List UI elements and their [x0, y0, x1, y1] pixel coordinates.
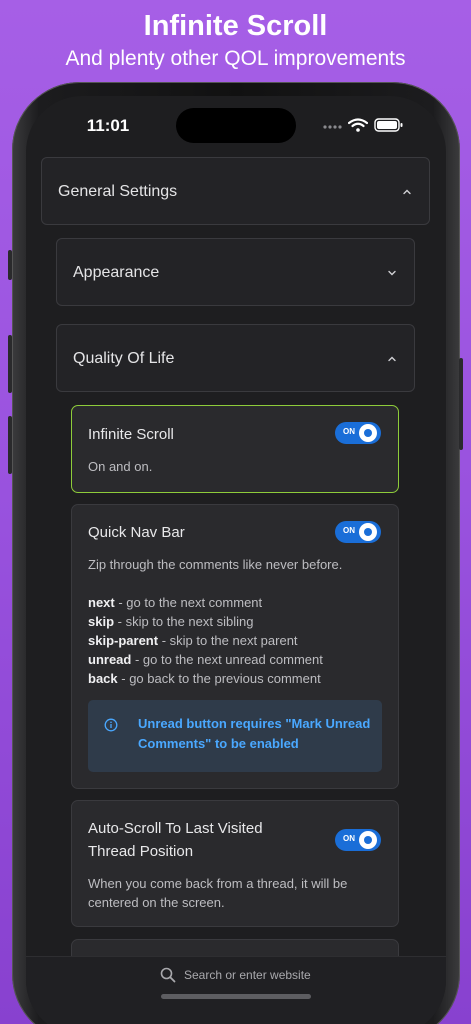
info-alert: Unread button requires "Mark Unread Comm…	[88, 700, 382, 772]
search-icon	[160, 967, 176, 983]
command-text: - skip to the next sibling	[114, 614, 254, 629]
phone-screen: 11:01 General Settings Appearance Qualit…	[26, 96, 446, 1024]
toggle-knob	[359, 831, 377, 849]
toggle-state-label: ON	[343, 834, 355, 843]
command-text: - skip to the next parent	[158, 633, 298, 648]
phone-power-button	[459, 358, 463, 450]
command-name: skip-parent	[88, 633, 159, 648]
chevron-down-icon	[388, 270, 396, 276]
infinite-scroll-description: On and on.	[88, 459, 153, 474]
command-next: next - go to the next comment	[88, 593, 262, 612]
chevron-up-icon	[388, 356, 396, 362]
command-skip: skip - skip to the next sibling	[88, 612, 253, 631]
general-settings-accordion[interactable]: General Settings	[41, 157, 430, 225]
command-skip-parent: skip-parent - skip to the next parent	[88, 631, 298, 650]
command-name: next	[88, 595, 115, 610]
command-back: back - go back to the previous comment	[88, 669, 321, 688]
command-unread: unread - go to the next unread comment	[88, 650, 323, 669]
command-text: - go back to the previous comment	[117, 671, 321, 686]
toggle-state-label: ON	[343, 427, 355, 436]
promo-subtitle: And plenty other QOL improvements	[65, 47, 406, 70]
auto-scroll-title: Auto-Scroll To Last Visited Thread Posit…	[88, 820, 263, 860]
settings-content: General Settings Appearance Quality Of L…	[26, 96, 446, 1024]
appearance-accordion[interactable]: Appearance	[56, 238, 415, 306]
command-text: - go to the next comment	[114, 595, 263, 610]
phone-action-button	[8, 250, 12, 280]
command-name: unread	[88, 652, 132, 667]
auto-scroll-description: When you come back from a thread, it wil…	[88, 876, 348, 910]
command-name: skip	[88, 614, 115, 629]
info-alert-text: Unread button requires "Mark Unread Comm…	[138, 716, 371, 751]
info-icon	[104, 718, 118, 732]
quality-of-life-accordion[interactable]: Quality Of Life	[56, 324, 415, 392]
quality-of-life-label: Quality Of Life	[73, 350, 175, 367]
toggle-knob	[359, 523, 377, 541]
address-bar-input[interactable]: Search or enter website	[184, 968, 311, 982]
browser-bottom-bar: Search or enter website	[26, 956, 446, 1024]
home-indicator[interactable]	[161, 994, 311, 999]
auto-scroll-toggle[interactable]: ON	[335, 829, 381, 851]
appearance-label: Appearance	[73, 264, 160, 281]
quick-nav-bar-title: Quick Nav Bar	[88, 524, 185, 541]
infinite-scroll-title: Infinite Scroll	[88, 426, 174, 443]
promo-title: Infinite Scroll	[143, 10, 328, 42]
infinite-scroll-toggle[interactable]: ON	[335, 422, 381, 444]
quick-nav-bar-card[interactable]: Quick Nav Bar ON Zip through the comment…	[71, 504, 399, 789]
infinite-scroll-card[interactable]: Infinite Scroll ON On and on.	[71, 405, 399, 493]
command-text: - go to the next unread comment	[131, 652, 323, 667]
quick-nav-bar-toggle[interactable]: ON	[335, 521, 381, 543]
toggle-state-label: ON	[343, 526, 355, 535]
auto-scroll-card[interactable]: Auto-Scroll To Last Visited Thread Posit…	[71, 800, 399, 927]
command-name: back	[88, 671, 118, 686]
phone-volume-down-button	[8, 416, 12, 474]
toggle-knob	[359, 424, 377, 442]
general-settings-label: General Settings	[58, 183, 178, 200]
quick-nav-bar-description: Zip through the comments like never befo…	[88, 557, 343, 572]
phone-volume-up-button	[8, 335, 12, 393]
chevron-up-icon	[403, 189, 411, 195]
